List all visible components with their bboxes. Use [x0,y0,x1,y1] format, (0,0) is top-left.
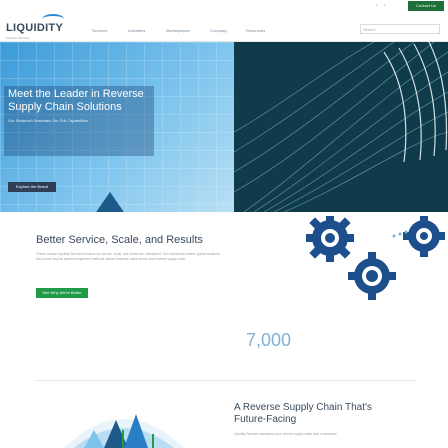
gear-icon [306,216,354,262]
hero-subtitle: Our Relaunch Illustrates Our Full Capabi… [8,118,89,123]
divider [36,380,416,381]
section-future-title-line2: Future-Facing [234,414,297,425]
curved-facade-graphic [234,42,448,212]
page: • • Contact Us LIQUIDITY Liquidity Servi… [0,0,448,448]
gear-icon [348,252,396,300]
contact-button[interactable]: Contact Us [408,1,444,11]
site-header: LIQUIDITY Liquidity Services Services In… [0,12,448,42]
hero-image-right [234,42,448,212]
section-body: Clients choose Liquidity Services becaus… [36,252,221,261]
gears-graphic [306,216,445,300]
nav-industries[interactable]: Industries [128,28,145,33]
hero-title-line1: Meet the Leader in Reverse [8,88,144,100]
hero: Meet the Leader in Reverse Supply Chain … [0,42,448,212]
hero-title: Meet the Leader in Reverse Supply Chain … [8,88,238,114]
section-title: Better Service, Scale, and Results [36,234,203,246]
utility-item[interactable]: • [376,2,377,7]
gear-icon [403,216,445,257]
section-future-body: Liquidity Services transforms your rever… [234,432,337,436]
nav-marketplaces[interactable]: Marketplaces [166,28,190,33]
section-future-title-line1: A Reverse Supply Chain That's [234,402,372,413]
logo[interactable]: LIQUIDITY [6,22,63,34]
hero-title-line2: Supply Chain Solutions [8,101,122,113]
pyramid-graphic [92,192,128,212]
search-input[interactable]: Search [360,24,440,34]
city-globe-graphic [64,414,184,448]
utility-item[interactable]: • [384,2,385,7]
logo-tagline: Liquidity Services [6,36,30,40]
section-future-title: A Reverse Supply Chain That's Future-Fac… [234,402,434,426]
stat-number: 7,000 [246,330,292,350]
nav-services[interactable]: Services [92,28,107,33]
nav-company[interactable]: Company [210,28,227,33]
nav-resources[interactable]: Resources [246,28,265,33]
explore-brand-button[interactable]: Explore the Brand [8,182,56,192]
utility-bar: • • Contact Us [0,0,448,12]
see-why-button[interactable]: See Why We're Better [36,288,88,298]
